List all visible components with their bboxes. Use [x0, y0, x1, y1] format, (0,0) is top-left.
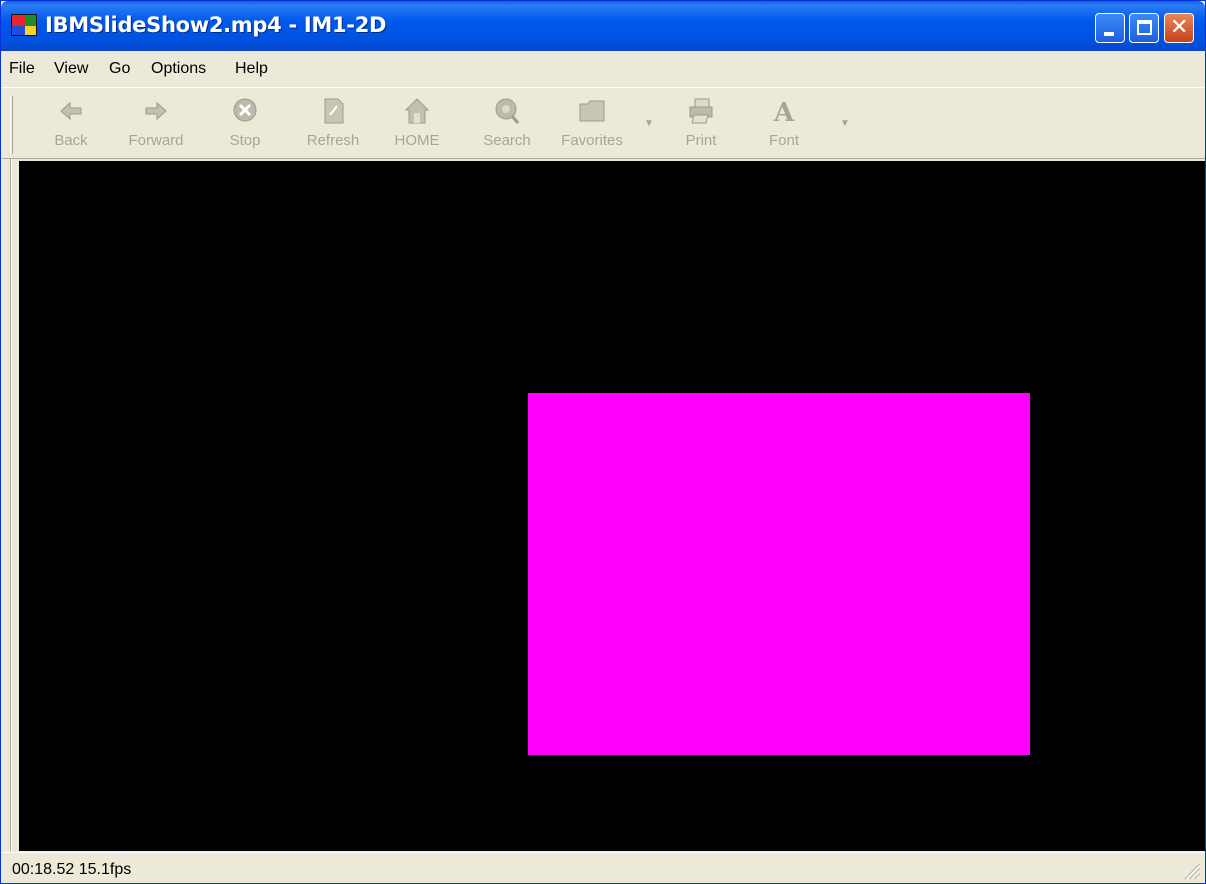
stop-button[interactable]: Stop — [220, 96, 270, 158]
menu-options[interactable]: Options — [151, 60, 206, 78]
menu-go[interactable]: Go — [109, 60, 130, 78]
home-button[interactable]: HOME — [392, 96, 442, 158]
menu-bar: File View Go Options Help — [2, 53, 1205, 85]
forward-button[interactable]: Forward — [118, 96, 194, 158]
status-time-fps: 00:18.52 15.1fps — [12, 861, 132, 878]
font-label: Font — [768, 132, 799, 149]
toolbar-grip[interactable] — [10, 96, 13, 154]
font-letter-icon: A — [773, 98, 795, 126]
maximize-button[interactable] — [1129, 13, 1159, 43]
font-dropdown-arrow-icon[interactable]: ▼ — [840, 118, 850, 129]
font-button[interactable]: A Font — [762, 96, 806, 158]
menu-help[interactable]: Help — [235, 60, 268, 78]
search-label: Search — [483, 132, 531, 149]
printer-icon — [689, 98, 713, 124]
svg-text:A: A — [773, 98, 795, 126]
resize-grip-icon[interactable] — [1181, 860, 1201, 880]
back-button[interactable]: Back — [46, 96, 96, 158]
app-icon[interactable] — [11, 14, 37, 36]
stop-label: Stop — [229, 132, 261, 149]
stop-icon — [233, 98, 257, 122]
print-button[interactable]: Print — [676, 96, 726, 158]
toolbar: Back Forward Stop Refresh HOME Search Fa… — [2, 87, 1205, 159]
back-arrow-icon — [60, 101, 82, 121]
forward-label: Forward — [128, 132, 184, 149]
refresh-page-icon — [324, 98, 344, 124]
window-title: IBMSlideShow2.mp4 - IM1-2D — [45, 13, 387, 37]
video-display[interactable] — [19, 161, 1205, 851]
forward-arrow-icon — [145, 101, 167, 121]
print-label: Print — [685, 132, 717, 149]
minimize-button[interactable] — [1095, 13, 1125, 43]
favorites-dropdown-arrow-icon[interactable]: ▼ — [644, 118, 654, 129]
status-bar: 00:18.52 15.1fps — [2, 852, 1205, 883]
left-frame — [2, 159, 19, 851]
close-icon: ✕ — [1170, 15, 1189, 40]
slide-magenta-rectangle — [528, 393, 1030, 755]
home-icon — [404, 98, 430, 124]
title-bar[interactable]: IBMSlideShow2.mp4 - IM1-2D ✕ — [1, 1, 1205, 51]
folder-icon — [579, 100, 605, 122]
menu-view[interactable]: View — [54, 60, 88, 78]
minimize-icon — [1104, 32, 1114, 36]
favorites-button[interactable]: Favorites — [552, 96, 632, 158]
maximize-icon — [1137, 20, 1152, 35]
refresh-button[interactable]: Refresh — [298, 96, 368, 158]
search-button[interactable]: Search — [474, 96, 540, 158]
refresh-label: Refresh — [306, 132, 360, 149]
app-window: IBMSlideShow2.mp4 - IM1-2D ✕ File View G… — [0, 0, 1206, 884]
close-button[interactable]: ✕ — [1164, 13, 1194, 43]
search-icon — [495, 98, 520, 124]
back-label: Back — [54, 132, 88, 149]
menu-file[interactable]: File — [9, 60, 35, 78]
favorites-label: Favorites — [561, 132, 623, 149]
home-label: HOME — [394, 132, 440, 149]
